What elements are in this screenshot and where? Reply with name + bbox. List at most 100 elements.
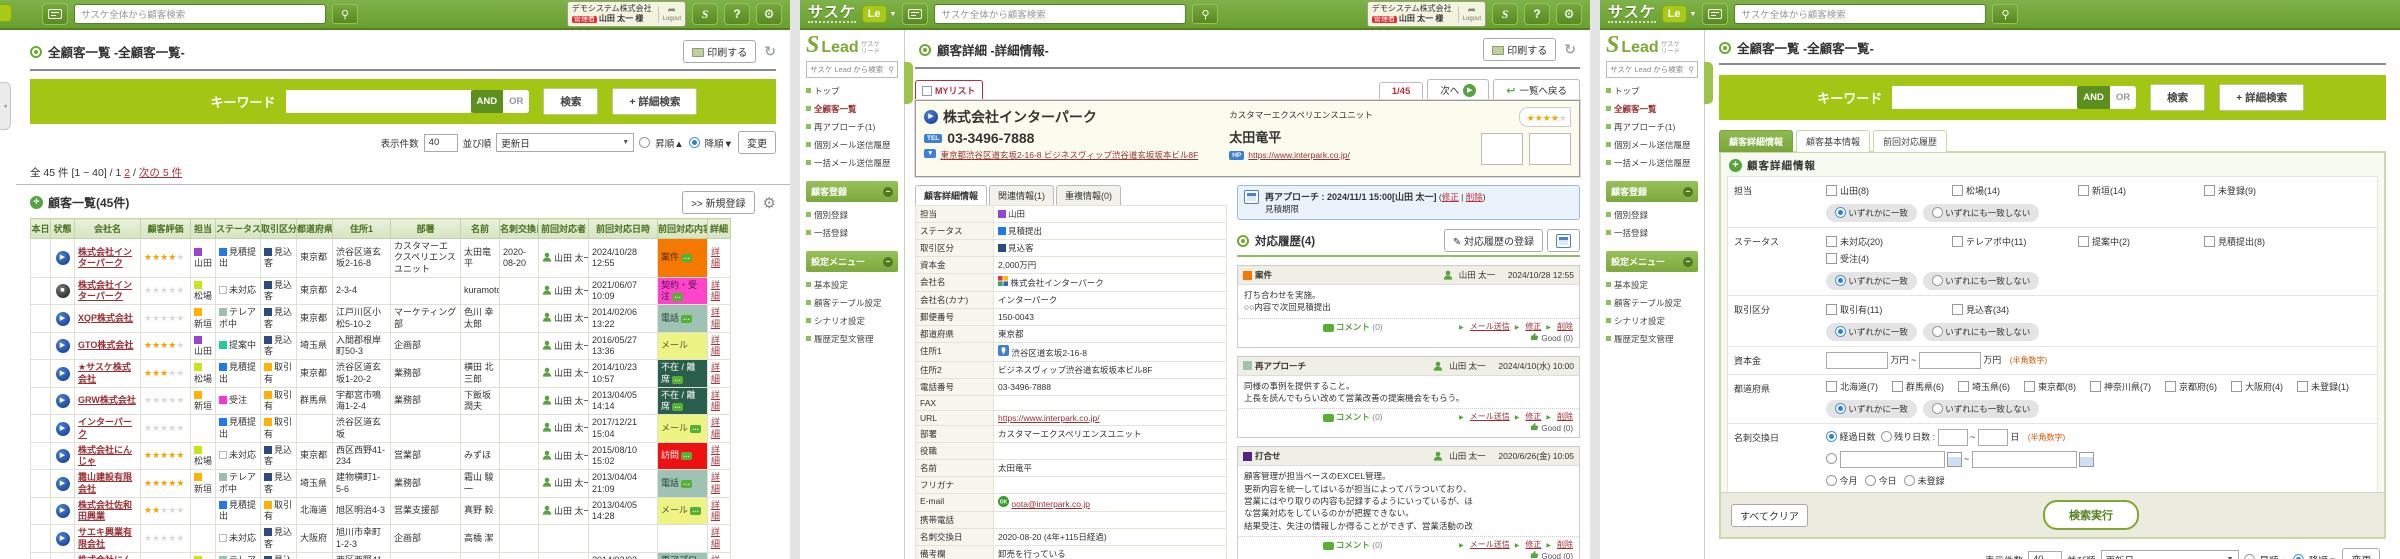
radio[interactable]	[1826, 475, 1837, 486]
checkbox-option[interactable]: 未登録(9)	[2204, 184, 2330, 197]
sidebar-section-header[interactable]: 顧客登録 −	[1606, 181, 1698, 203]
radio-selected[interactable]	[1835, 326, 1846, 337]
checkbox[interactable]	[2078, 236, 2089, 247]
detail-link[interactable]: 詳細	[711, 307, 720, 328]
settings-gear-icon[interactable]: ⚙	[1556, 3, 1582, 25]
checkbox[interactable]	[1826, 236, 1837, 247]
column-header[interactable]: 前回対応日時	[588, 218, 658, 239]
column-header[interactable]: 部署	[390, 218, 461, 239]
checkbox[interactable]	[1826, 253, 1837, 264]
radio[interactable]	[1931, 326, 1943, 337]
delete-link[interactable]: 削除	[1557, 540, 1573, 549]
play-icon[interactable]: ▶	[55, 476, 70, 491]
change-button[interactable]: 変更	[738, 131, 776, 154]
column-header[interactable]: 都道府県	[296, 218, 333, 239]
sidebar-item[interactable]: 一括メール送信履歴	[1606, 154, 1704, 172]
sidebar-item[interactable]: 個別メール送信履歴	[806, 136, 904, 154]
sidebar-item[interactable]: 一括登録	[1606, 224, 1704, 242]
detail-link[interactable]: 詳細	[711, 472, 720, 493]
column-header[interactable]: ステータス	[215, 218, 261, 239]
company-link[interactable]: 霜山建設有限会社	[78, 472, 132, 493]
checkbox[interactable]	[2078, 185, 2089, 196]
table-row[interactable]: ▶ 株式会社インターパーク ★★★★★ 山田 見積提出 見込客 東京都 渋谷区道…	[30, 238, 731, 278]
checkbox[interactable]	[1958, 381, 1969, 392]
column-header[interactable]: 前回対応内容	[657, 218, 708, 239]
play-icon[interactable]: ▶	[55, 449, 70, 463]
table-row[interactable]: ▶ GTO株式会社 ★★★★★ 山田 提案中 見込客 埼玉県 入間郡根岸町50-…	[30, 331, 731, 361]
match-none-pill[interactable]: いずれにも一致しない	[1922, 272, 2040, 290]
days-to-input[interactable]	[1977, 429, 2008, 446]
chat-icon[interactable]	[902, 3, 929, 25]
mail-send-link[interactable]: メール送信	[1470, 540, 1510, 549]
calendar-button[interactable]	[1547, 229, 1580, 252]
radio[interactable]	[1931, 207, 1943, 218]
table-row[interactable]: ▶ サエキ興業有限会社 ★★★★★ 未対応 見込客 大阪府 旭川市幸町1-2-3…	[30, 524, 731, 553]
field-link[interactable]: oota@interpark.co.jp	[1011, 499, 1090, 509]
checkbox[interactable]	[1892, 381, 1903, 392]
lead-logo[interactable]: S Lead サスケ リード	[806, 33, 904, 57]
edit-link[interactable]: 修正	[1525, 412, 1541, 421]
capital-min-input[interactable]	[1826, 352, 1888, 369]
mylist-checkbox[interactable]	[922, 85, 932, 96]
play-icon[interactable]: ▶	[924, 110, 938, 124]
next-customer-tab[interactable]: 次へ ▶	[1427, 79, 1490, 100]
sidebar-item[interactable]: 個別登録	[1606, 206, 1704, 224]
sidebar-item[interactable]: シナリオ設定	[806, 312, 904, 330]
comment-link[interactable]: … コメント (0)	[1244, 539, 1459, 551]
back-to-list-button[interactable]: ↩ 一覧へ戻る	[1493, 79, 1580, 100]
checkbox-option[interactable]: 松場(14)	[1952, 184, 2078, 197]
search-icon[interactable]: ⚲	[1192, 4, 1219, 24]
play-icon[interactable]: ▶	[55, 339, 70, 353]
sidebar-item[interactable]: トップ	[1606, 82, 1704, 100]
keyword-input[interactable]	[1892, 86, 2078, 109]
checkbox-option[interactable]: 新垣(14)	[2078, 184, 2204, 197]
column-header[interactable]: 名刺交換日	[499, 218, 539, 239]
detail-link[interactable]: 詳細	[711, 390, 720, 411]
lead-search-input[interactable]: サスケ Lead から検索 ⚲	[1606, 61, 1698, 79]
lead-search-input[interactable]: サスケ Lead から検索 ⚲	[806, 61, 898, 79]
search-tab[interactable]: 前回対応履歴	[1873, 130, 1948, 152]
company-link[interactable]: インターパーク	[78, 417, 132, 438]
checkbox[interactable]	[1826, 381, 1837, 392]
checkbox[interactable]	[2165, 381, 2176, 392]
checkbox-option[interactable]: 取引有(11)	[1826, 303, 1952, 316]
checkbox-option[interactable]: 未登録(1)	[2297, 380, 2349, 393]
global-search-input[interactable]: サスケ全体から顧客検索	[74, 4, 326, 24]
company-link[interactable]: 株式会社にんじゃ	[78, 445, 132, 466]
checkbox-option[interactable]: 提案中(2)	[2078, 235, 2204, 248]
sidebar-section-header[interactable]: 設定メニュー −	[806, 251, 898, 273]
play-icon[interactable]: ▶	[55, 311, 70, 326]
checkbox[interactable]	[2204, 236, 2215, 247]
checkbox-option[interactable]: テレアポ中(11)	[1952, 235, 2078, 248]
table-row[interactable]: ▶ GRW株式会社 ★★★★★ 新垣 受注 取引有 群馬県 宇都宮市鳴海1-2-…	[30, 386, 731, 416]
print-button[interactable]: 印刷する	[1483, 38, 1557, 61]
capital-max-input[interactable]	[1918, 352, 1981, 369]
checkbox-option[interactable]: 未対応(20)	[1826, 235, 1952, 248]
match-any-pill[interactable]: いずれかに一致	[1826, 204, 1917, 222]
rating-stars[interactable]: ★★★★★	[1518, 107, 1571, 127]
sidebar-collapse-tab[interactable]	[904, 62, 913, 104]
lead-app-badge[interactable]: Le	[861, 5, 887, 23]
help-button[interactable]: ?	[1524, 3, 1550, 25]
good-button[interactable]: Good (0)	[1530, 423, 1573, 433]
search-button[interactable]: 検索	[543, 88, 599, 115]
search-tab[interactable]: 顧客詳細情報	[1719, 130, 1794, 152]
detail-link[interactable]: 詳細	[711, 417, 720, 438]
saaske-home-button[interactable]: S	[692, 3, 718, 25]
help-button[interactable]: ?	[724, 3, 750, 25]
sidebar-item[interactable]: 顧客テーブル設定	[1606, 294, 1704, 312]
detail-link[interactable]: 詳細	[711, 280, 720, 301]
new-record-button[interactable]: >> 新規登録	[682, 191, 755, 214]
radio[interactable]	[1880, 430, 1892, 442]
checkbox-option[interactable]: 受注(4)	[1826, 252, 1952, 265]
checkbox[interactable]	[2204, 185, 2215, 196]
calendar-icon[interactable]	[2078, 452, 2094, 467]
detail-link[interactable]: 詳細	[711, 362, 720, 383]
radio-selected[interactable]	[1835, 275, 1846, 286]
summary-url-link[interactable]: https://www.interpark.co.jp/	[1248, 150, 1350, 160]
sidebar-item[interactable]: 一括登録	[806, 224, 904, 242]
play-icon[interactable]: ▶	[55, 421, 70, 436]
match-any-pill[interactable]: いずれかに一致	[1826, 400, 1917, 418]
saaske-home-button[interactable]: S	[1492, 3, 1518, 25]
detail-link[interactable]: 詳細	[711, 555, 720, 559]
